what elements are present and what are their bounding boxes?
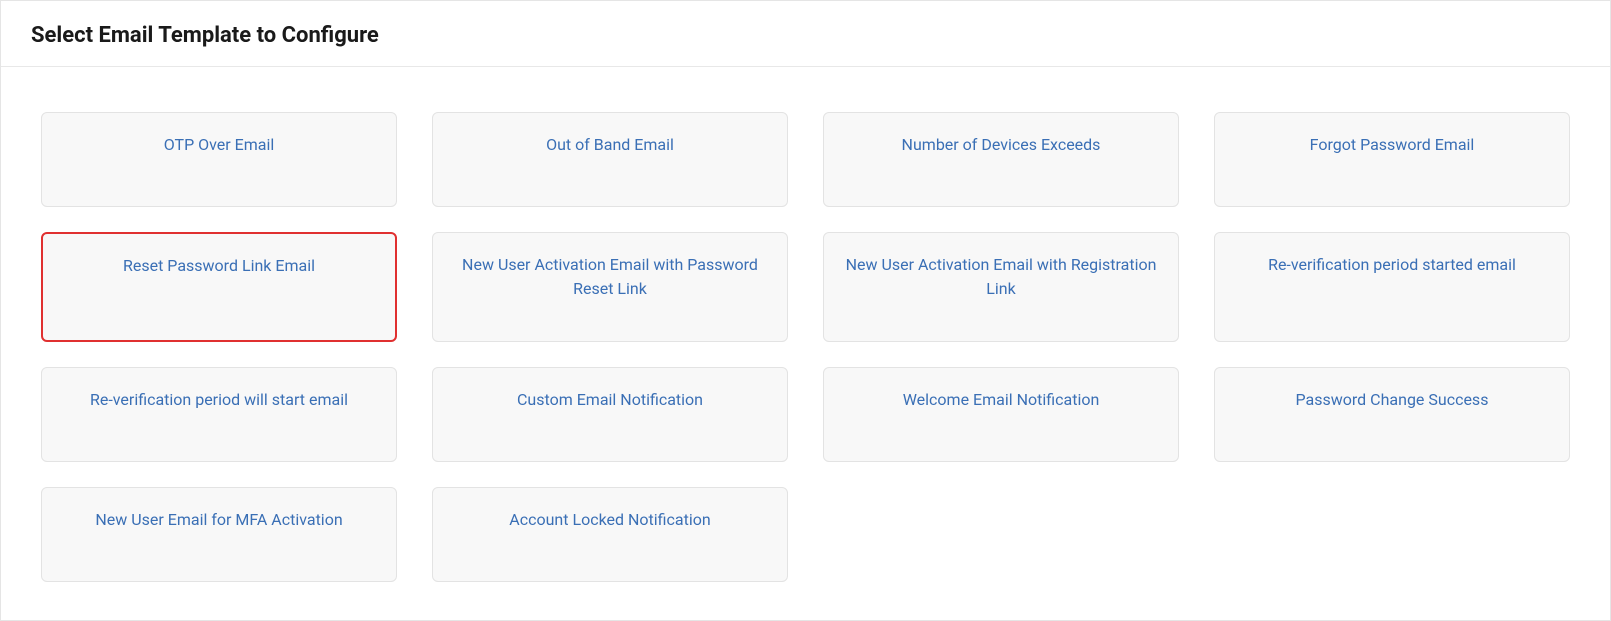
template-card-new-user-activation-registration[interactable]: New User Activation Email with Registrat… [823, 232, 1179, 342]
template-card-password-change-success[interactable]: Password Change Success [1214, 367, 1570, 462]
template-label: Forgot Password Email [1310, 133, 1475, 157]
page-title: Select Email Template to Configure [31, 23, 1580, 48]
template-label: New User Activation Email with Registrat… [842, 253, 1160, 301]
template-label: Re-verification period will start email [90, 388, 348, 412]
template-label: Password Change Success [1296, 388, 1489, 412]
template-card-new-user-mfa-activation[interactable]: New User Email for MFA Activation [41, 487, 397, 582]
template-label: Reset Password Link Email [123, 254, 315, 278]
template-card-out-of-band-email[interactable]: Out of Band Email [432, 112, 788, 207]
template-card-reverification-started[interactable]: Re-verification period started email [1214, 232, 1570, 342]
template-card-forgot-password-email[interactable]: Forgot Password Email [1214, 112, 1570, 207]
template-card-new-user-activation-password-reset[interactable]: New User Activation Email with Password … [432, 232, 788, 342]
template-card-welcome-email-notification[interactable]: Welcome Email Notification [823, 367, 1179, 462]
template-label: Account Locked Notification [509, 508, 710, 532]
template-card-otp-over-email[interactable]: OTP Over Email [41, 112, 397, 207]
template-label: Re-verification period started email [1268, 253, 1516, 277]
template-label: Welcome Email Notification [903, 388, 1100, 412]
template-card-account-locked-notification[interactable]: Account Locked Notification [432, 487, 788, 582]
template-card-custom-email-notification[interactable]: Custom Email Notification [432, 367, 788, 462]
template-card-reset-password-link-email[interactable]: Reset Password Link Email [41, 232, 397, 342]
template-card-number-of-devices-exceeds[interactable]: Number of Devices Exceeds [823, 112, 1179, 207]
template-label: Out of Band Email [546, 133, 674, 157]
template-label: OTP Over Email [164, 133, 275, 157]
template-card-reverification-will-start[interactable]: Re-verification period will start email [41, 367, 397, 462]
template-label: New User Email for MFA Activation [95, 508, 342, 532]
page-header: Select Email Template to Configure [1, 1, 1610, 67]
template-label: New User Activation Email with Password … [451, 253, 769, 301]
template-grid: OTP Over Email Out of Band Email Number … [1, 67, 1610, 612]
template-label: Custom Email Notification [517, 388, 703, 412]
template-label: Number of Devices Exceeds [902, 133, 1101, 157]
